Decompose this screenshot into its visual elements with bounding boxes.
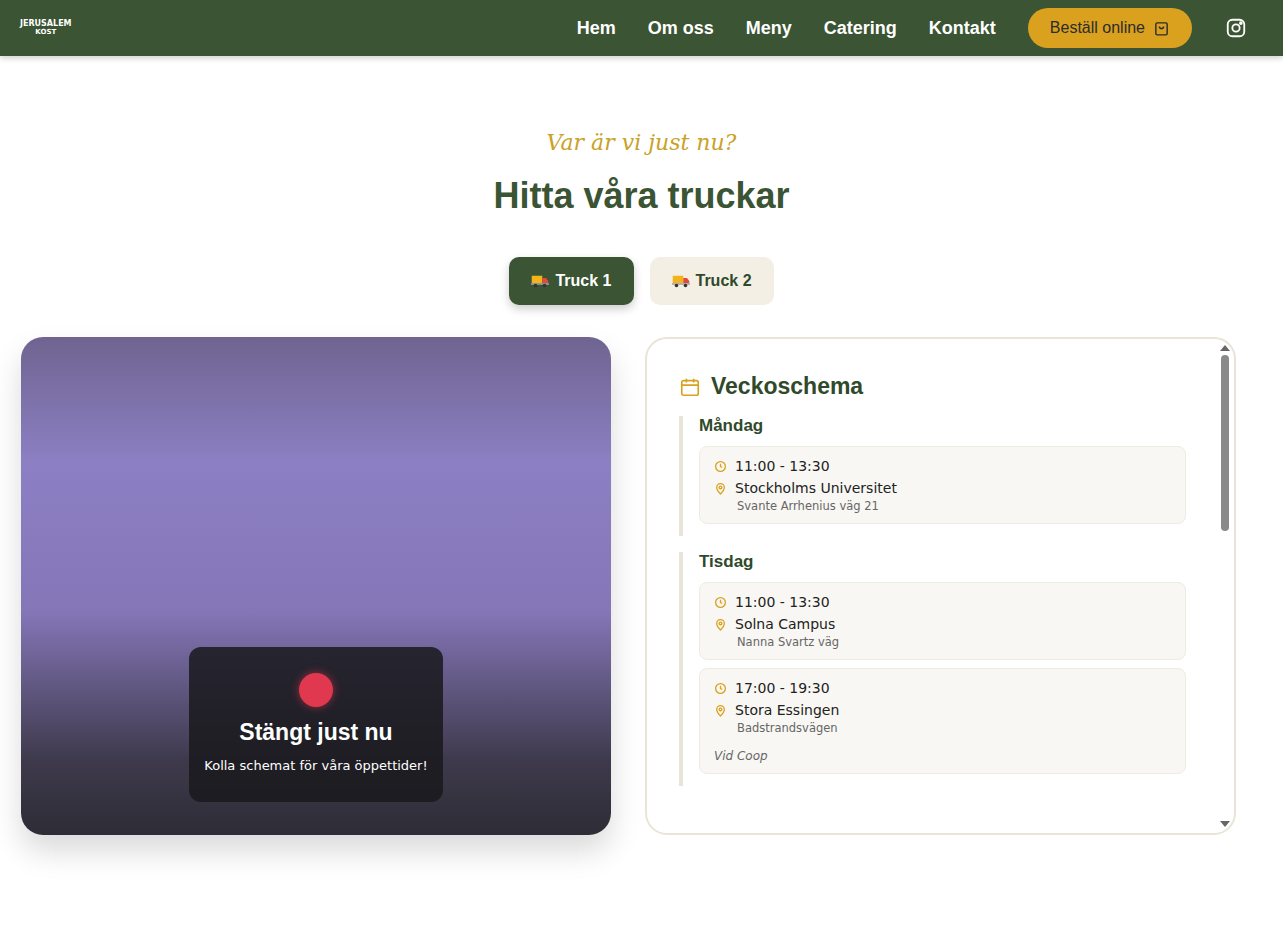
- calendar-icon: [679, 376, 701, 398]
- section-title: Hitta våra truckar: [493, 175, 789, 217]
- slot-place: Stockholms Universitet: [735, 480, 897, 496]
- truck-tabs: Truck 1 Truck 2: [509, 257, 773, 305]
- truck-icon: [672, 274, 690, 288]
- truck-icon: [531, 274, 549, 288]
- nav-item[interactable]: Om oss: [648, 18, 714, 39]
- schedule-panel: Veckoschema Måndag 11:00 - 13:30 Stockho…: [645, 337, 1236, 835]
- slot-note: Vid Coop: [714, 749, 1171, 763]
- status-text: Kolla schemat för våra öppettider!: [204, 758, 427, 773]
- clock-icon: [714, 596, 727, 609]
- nav-item[interactable]: Meny: [746, 18, 792, 39]
- schedule-slot: 11:00 - 13:30 Stockholms Universitet Sva…: [699, 446, 1186, 524]
- schedule-slot: 17:00 - 19:30 Stora Essingen Badstrandsv…: [699, 668, 1186, 774]
- bag-icon: [1153, 20, 1170, 37]
- slot-address: Svante Arrhenius väg 21: [737, 499, 1171, 513]
- status-dot: [299, 673, 333, 707]
- logo[interactable]: JERUSALEM KOST: [20, 20, 72, 36]
- schedule-title: Veckoschema: [711, 373, 863, 400]
- day-name: Tisdag: [699, 552, 1186, 572]
- nav: Hem Om oss Meny Catering Kontakt: [577, 18, 996, 39]
- trucks-section: Var är vi just nu? Hitta våra truckar Tr…: [0, 56, 1283, 835]
- pin-icon: [714, 618, 727, 631]
- schedule-slot: 11:00 - 13:30 Solna Campus Nanna Svartz …: [699, 582, 1186, 660]
- page: JERUSALEM KOST Hem Om oss Meny Catering Kont…: [0, 0, 1283, 942]
- truck-photo: Stängt just nu Kolla schemat för våra öp…: [21, 337, 611, 835]
- truck-tab[interactable]: Truck 2: [650, 257, 774, 305]
- pin-icon: [714, 704, 727, 717]
- truck-tab[interactable]: Truck 1: [509, 257, 633, 305]
- truck-content: Stängt just nu Kolla schemat för våra öp…: [21, 337, 1236, 835]
- clock-icon: [714, 682, 727, 695]
- slot-place: Stora Essingen: [735, 702, 839, 718]
- day-name: Måndag: [699, 416, 1186, 436]
- day-group: Måndag 11:00 - 13:30 Stockholms Universi…: [679, 416, 1186, 536]
- nav-item[interactable]: Hem: [577, 18, 616, 39]
- scrollbar[interactable]: [1220, 345, 1230, 827]
- header: JERUSALEM KOST Hem Om oss Meny Catering Kont…: [0, 0, 1283, 56]
- slot-address: Nanna Svartz väg: [737, 635, 1171, 649]
- slot-address: Badstrandsvägen: [737, 721, 1171, 735]
- slot-place: Solna Campus: [735, 616, 835, 632]
- pin-icon: [714, 482, 727, 495]
- nav-item[interactable]: Kontakt: [929, 18, 996, 39]
- slot-time: 11:00 - 13:30: [735, 458, 830, 474]
- clock-icon: [714, 460, 727, 473]
- order-button[interactable]: Beställ online: [1028, 8, 1192, 48]
- status-title: Stängt just nu: [239, 719, 392, 746]
- slot-time: 17:00 - 19:30: [735, 680, 830, 696]
- section-subtitle: Var är vi just nu?: [547, 130, 737, 155]
- schedule-header: Veckoschema: [679, 373, 1186, 400]
- status-box: Stängt just nu Kolla schemat för våra öp…: [189, 647, 443, 802]
- day-group: Tisdag 11:00 - 13:30 Solna Campus Nanna …: [679, 552, 1186, 786]
- instagram-icon[interactable]: [1225, 17, 1247, 39]
- nav-item[interactable]: Catering: [824, 18, 897, 39]
- slot-time: 11:00 - 13:30: [735, 594, 830, 610]
- scrollbar-thumb[interactable]: [1221, 355, 1229, 531]
